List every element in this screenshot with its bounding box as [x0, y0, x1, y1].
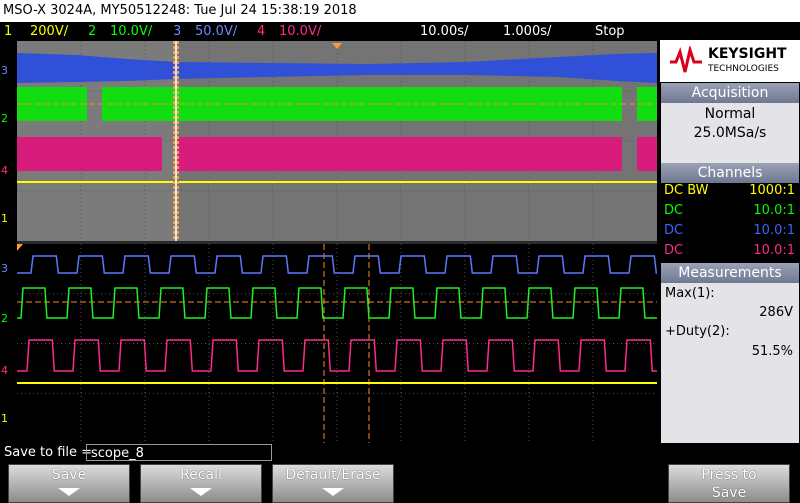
ch1-probe: 1000:1: [749, 183, 795, 198]
down-arrow-icon: [190, 488, 212, 496]
logo-sub: TECHNOLOGIES: [708, 64, 779, 74]
ch2-scale[interactable]: 10.0V/: [110, 22, 152, 41]
ch2-number[interactable]: 2: [88, 22, 96, 41]
ch3-scale[interactable]: 50.0V/: [195, 22, 237, 41]
svg-text:1: 1: [1, 412, 8, 425]
ch4-number[interactable]: 4: [257, 22, 265, 41]
save-filename-field[interactable]: scope_8: [86, 444, 272, 461]
ch2-probe: 10.0:1: [753, 203, 795, 218]
logo-brand: KEYSIGHT: [708, 46, 787, 62]
svg-text:4: 4: [1, 364, 8, 377]
ground-markers: 3 2 4 1 3 2 4 1: [1, 64, 8, 425]
save-label: Save to file =: [4, 445, 93, 460]
save-bar: Save to file = scope_8: [0, 443, 660, 463]
ch4-coupling: DC: [664, 243, 684, 258]
ch2-ground-marker: 2: [1, 112, 8, 125]
keysight-wave-icon: [670, 46, 702, 73]
ch1-number[interactable]: 1: [4, 22, 12, 41]
measurements-header[interactable]: Measurements: [661, 263, 799, 283]
svg-text:2: 2: [1, 312, 8, 325]
recall-softkey[interactable]: Recall: [140, 464, 262, 503]
keysight-logo: KEYSIGHT TECHNOLOGIES: [660, 40, 800, 82]
ch1-ground-marker: 1: [1, 212, 8, 225]
ch3-number[interactable]: 3: [173, 22, 181, 41]
timebase-readout[interactable]: 10.00s/: [420, 22, 468, 41]
measurement-1-value: 286V: [759, 305, 793, 320]
run-state: Stop: [595, 24, 625, 39]
channels-box: DC BW 1000:1 DC 10.0:1 DC 10.0:1 DC 10.0…: [661, 183, 799, 262]
ch3-probe: 10.0:1: [753, 223, 795, 238]
svg-text:3: 3: [1, 262, 8, 275]
ch1-coupling: DC BW: [664, 183, 709, 198]
channels-header[interactable]: Channels: [661, 163, 799, 183]
acquisition-rate: 25.0MSa/s: [693, 125, 767, 141]
save-softkey[interactable]: Save: [8, 464, 130, 503]
delay-readout[interactable]: 1.000s/: [503, 22, 551, 41]
measurement-1-label: Max(1):: [665, 286, 715, 301]
default-erase-softkey[interactable]: Default/Erase: [272, 464, 394, 503]
ch3-ground-marker: 3: [1, 64, 8, 77]
scope-display[interactable]: [17, 41, 657, 443]
status-bar: 1 200V/ 2 10.0V/ 3 50.0V/ 4 10.0V/ 10.00…: [0, 22, 697, 41]
ch1-scale[interactable]: 200V/: [30, 22, 68, 41]
measurement-2-label: +Duty(2):: [665, 324, 730, 339]
ch4-scale[interactable]: 10.0V/: [279, 22, 321, 41]
ch3-coupling: DC: [664, 223, 684, 238]
ch4-probe: 10.0:1: [753, 243, 795, 258]
press-to-save-softkey[interactable]: Press to Save: [668, 464, 790, 503]
acquisition-mode: Normal: [704, 106, 756, 122]
down-arrow-icon: [58, 488, 80, 496]
measurement-2-value: 51.5%: [751, 344, 793, 359]
window-title: MSO-X 3024A, MY50512248: Tue Jul 24 15:3…: [0, 0, 800, 22]
acquisition-box: Normal 25.0MSa/s: [661, 103, 799, 163]
measurements-box: Max(1): 286V +Duty(2): 51.5%: [661, 283, 799, 443]
ch2-coupling: DC: [664, 203, 684, 218]
ch4-ground-marker: 4: [1, 164, 8, 177]
acquisition-header[interactable]: Acquisition: [661, 83, 799, 103]
down-arrow-icon: [322, 488, 344, 496]
